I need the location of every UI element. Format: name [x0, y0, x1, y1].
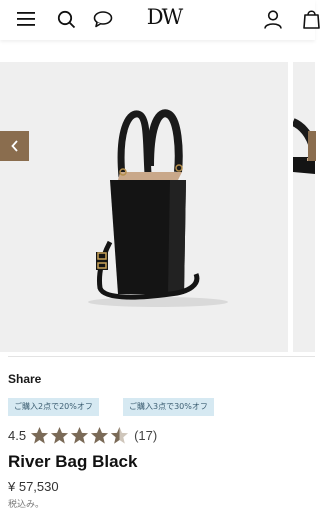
promo-badge-3: ご購入3点で30%オフ	[123, 398, 214, 416]
product-name: River Bag Black	[8, 452, 138, 471]
chevron-left-icon	[10, 140, 18, 152]
next-image-button[interactable]	[308, 131, 316, 161]
product-gallery[interactable]	[0, 62, 315, 352]
star-icon	[51, 426, 69, 444]
rating-value: 4.5	[8, 427, 27, 443]
product-image[interactable]	[0, 62, 288, 352]
star-icon	[91, 426, 109, 444]
product-price: ¥ 57,530	[8, 479, 59, 494]
bag-preview	[291, 118, 315, 174]
star-icon	[31, 426, 49, 444]
bag-illustration	[88, 109, 228, 307]
star-icon	[71, 426, 89, 444]
site-header: DW	[0, 0, 320, 40]
promo-badge-2: ご購入2点で20%オフ	[8, 398, 99, 416]
half-star-icon	[111, 426, 129, 444]
brand-logo[interactable]: DW	[134, 3, 194, 31]
prev-image-button[interactable]	[0, 131, 29, 161]
next-product-image[interactable]	[291, 62, 315, 352]
chat-icon[interactable]	[90, 6, 116, 32]
cart-icon[interactable]	[298, 6, 320, 32]
share-link[interactable]: Share	[8, 372, 41, 386]
tax-note: 税込み。	[8, 499, 45, 509]
search-icon[interactable]	[53, 6, 79, 32]
review-count[interactable]: (17)	[134, 428, 157, 443]
menu-icon[interactable]	[13, 6, 39, 32]
product-rating[interactable]: 4.5 (17)	[8, 424, 157, 446]
account-icon[interactable]	[260, 6, 286, 32]
star-rating	[30, 426, 130, 445]
section-divider	[8, 356, 315, 357]
